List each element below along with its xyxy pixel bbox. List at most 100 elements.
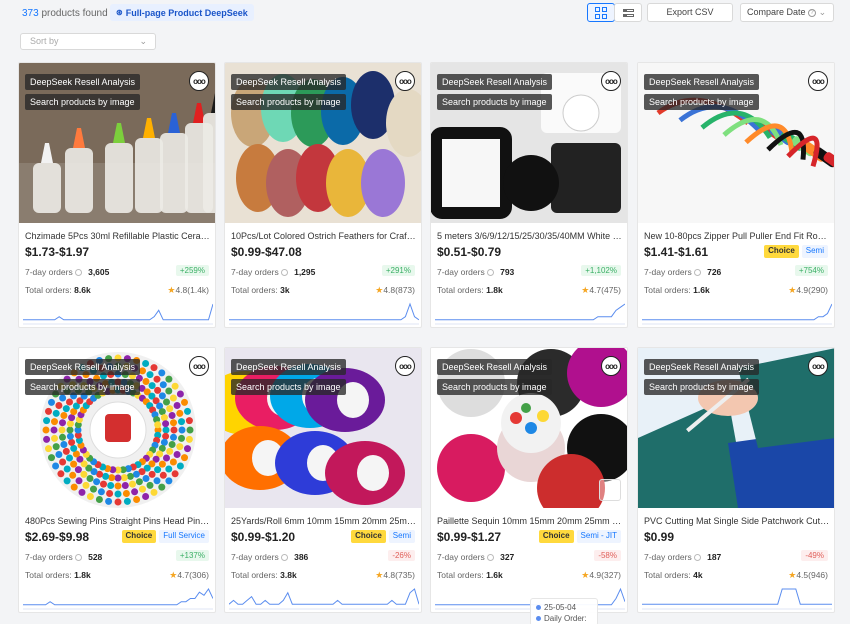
rating: ★4.7(306) <box>169 570 209 580</box>
chevron-down-icon: ⌄ <box>139 36 147 46</box>
product-card[interactable]: DeepSeek Resell Analysis Search products … <box>430 347 628 613</box>
sales-sparkline[interactable] <box>229 301 419 325</box>
orders-7day: 7-day orders 187 <box>644 552 722 562</box>
service-badge: Semi <box>388 530 415 543</box>
more-icon[interactable]: ooo <box>395 356 415 376</box>
more-icon[interactable]: ooo <box>808 71 828 91</box>
product-card[interactable]: DeepSeek Resell Analysis Search products … <box>18 347 216 613</box>
total-orders: Total orders: 4k <box>644 570 703 580</box>
sales-sparkline[interactable] <box>23 586 213 610</box>
product-count: 373 products found <box>22 8 108 19</box>
product-title[interactable]: 25Yards/Roll 6mm 10mm 15mm 20mm 25mm Sat… <box>231 516 417 526</box>
more-icon[interactable]: ooo <box>808 356 828 376</box>
export-csv-button[interactable]: Export CSV <box>647 3 733 22</box>
product-price: $0.99-$1.27 <box>437 530 502 544</box>
rating: ★4.7(475) <box>581 285 621 295</box>
product-title[interactable]: PVC Cutting Mat Single Side Patchwork Cu… <box>644 516 830 526</box>
product-card[interactable]: DeepSeek Resell Analysis Search products … <box>224 347 422 613</box>
resell-analysis-button[interactable]: DeepSeek Resell Analysis <box>231 359 347 375</box>
product-title[interactable]: Paillette Sequin 10mm 15mm 20mm 25mm Rou… <box>437 516 623 526</box>
product-price: $0.99-$1.20 <box>231 530 296 544</box>
product-image[interactable]: DeepSeek Resell Analysis Search products … <box>225 63 421 223</box>
help-icon: ? <box>808 8 817 17</box>
product-title[interactable]: 5 meters 3/6/9/12/15/25/30/35/40MM White… <box>437 231 623 241</box>
list-icon <box>622 8 634 17</box>
product-card[interactable]: DeepSeek Resell Analysis Search products … <box>18 62 216 328</box>
rating: ★4.8(735) <box>375 570 415 580</box>
orders-7day: 7-day orders 386 <box>231 552 309 562</box>
sort-by-select[interactable]: Sort by ⌄ <box>20 33 156 50</box>
help-icon <box>694 554 702 562</box>
sales-sparkline[interactable] <box>435 301 625 325</box>
product-image[interactable]: DeepSeek Resell Analysis Search products … <box>638 348 834 508</box>
search-by-image-button[interactable]: Search products by image <box>437 94 552 110</box>
resell-analysis-button[interactable]: DeepSeek Resell Analysis <box>644 74 760 90</box>
sales-sparkline[interactable] <box>642 586 832 610</box>
search-by-image-button[interactable]: Search products by image <box>437 379 552 395</box>
service-badge: Semi - JIT <box>576 530 621 543</box>
search-by-image-button[interactable]: Search products by image <box>644 379 759 395</box>
product-card[interactable]: DeepSeek Resell Analysis Search products … <box>637 62 835 328</box>
chevron-down-icon: ⌄ <box>818 7 827 17</box>
product-title[interactable]: 480Pcs Sewing Pins Straight Pins Head Pi… <box>25 516 211 526</box>
search-by-image-button[interactable]: Search products by image <box>644 94 759 110</box>
more-icon[interactable]: ooo <box>189 71 209 91</box>
badge-group: Choice Full Service <box>121 530 209 543</box>
total-orders: Total orders: 1.6k <box>437 570 503 580</box>
choice-badge: Choice <box>351 530 386 543</box>
product-image[interactable]: DeepSeek Resell Analysis Search products … <box>431 63 627 223</box>
growth-badge: +291% <box>381 265 415 276</box>
deepseek-tag[interactable]: ⊛ Full-page Product DeepSeek <box>110 4 254 21</box>
product-title[interactable]: New 10-80pcs Zipper Pull Puller End Fit … <box>644 231 830 241</box>
more-icon[interactable]: ooo <box>395 71 415 91</box>
more-icon[interactable]: ooo <box>601 71 621 91</box>
badge-group: Choice Semi <box>351 530 415 543</box>
orders-7day: 7-day orders 3,605 <box>25 267 110 277</box>
resell-analysis-button[interactable]: DeepSeek Resell Analysis <box>25 74 141 90</box>
search-by-image-button[interactable]: Search products by image <box>25 379 140 395</box>
star-icon[interactable]: ☆ <box>599 479 621 501</box>
product-title[interactable]: Chzimade 5Pcs 30ml Refillable Plastic Ce… <box>25 231 211 241</box>
sales-sparkline[interactable] <box>642 301 832 325</box>
help-icon <box>75 269 83 277</box>
deepseek-icon: ⊛ <box>116 8 123 17</box>
service-badge: Semi <box>801 245 828 258</box>
product-title[interactable]: 10Pcs/Lot Colored Ostrich Feathers for C… <box>231 231 417 241</box>
grid-icon <box>595 6 607 19</box>
list-view-button[interactable] <box>614 3 642 22</box>
growth-badge: +1,102% <box>581 265 621 276</box>
product-image[interactable]: DeepSeek Resell Analysis Search products … <box>19 348 215 508</box>
help-icon <box>487 554 495 562</box>
toolbar: 373 products found ⊛ Full-page Product De… <box>0 0 850 56</box>
compare-date-select[interactable]: Compare Date ? ⌄ <box>740 3 834 22</box>
sales-sparkline[interactable] <box>229 586 419 610</box>
product-price: $0.99 <box>644 530 675 544</box>
product-image[interactable]: DeepSeek Resell Analysis Search products … <box>225 348 421 508</box>
resell-analysis-button[interactable]: DeepSeek Resell Analysis <box>437 74 553 90</box>
search-by-image-button[interactable]: Search products by image <box>231 94 346 110</box>
product-image[interactable]: DeepSeek Resell Analysis Search products … <box>431 348 627 508</box>
product-card[interactable]: DeepSeek Resell Analysis Search products … <box>430 62 628 328</box>
rating: ★4.8(1.4k) <box>167 285 209 295</box>
rating: ★4.9(327) <box>581 570 621 580</box>
more-icon[interactable]: ooo <box>189 356 209 376</box>
resell-analysis-button[interactable]: DeepSeek Resell Analysis <box>644 359 760 375</box>
product-card[interactable]: DeepSeek Resell Analysis Search products … <box>637 347 835 613</box>
more-icon[interactable]: ooo <box>601 356 621 376</box>
product-price: $2.69-$9.98 <box>25 530 90 544</box>
product-image[interactable]: DeepSeek Resell Analysis Search products … <box>638 63 834 223</box>
product-card[interactable]: DeepSeek Resell Analysis Search products … <box>224 62 422 328</box>
badge-group: Choice Semi <box>764 245 828 258</box>
help-icon <box>487 269 495 277</box>
resell-analysis-button[interactable]: DeepSeek Resell Analysis <box>437 359 553 375</box>
grid-view-button[interactable] <box>587 3 615 22</box>
product-price: $0.99-$47.08 <box>231 245 302 259</box>
choice-badge: Choice <box>121 530 157 543</box>
resell-analysis-button[interactable]: DeepSeek Resell Analysis <box>25 359 141 375</box>
search-by-image-button[interactable]: Search products by image <box>231 379 346 395</box>
product-image[interactable]: DeepSeek Resell Analysis Search products … <box>19 63 215 223</box>
resell-analysis-button[interactable]: DeepSeek Resell Analysis <box>231 74 347 90</box>
sales-sparkline[interactable] <box>23 301 213 325</box>
search-by-image-button[interactable]: Search products by image <box>25 94 140 110</box>
total-orders: Total orders: 1.6k <box>644 285 710 295</box>
